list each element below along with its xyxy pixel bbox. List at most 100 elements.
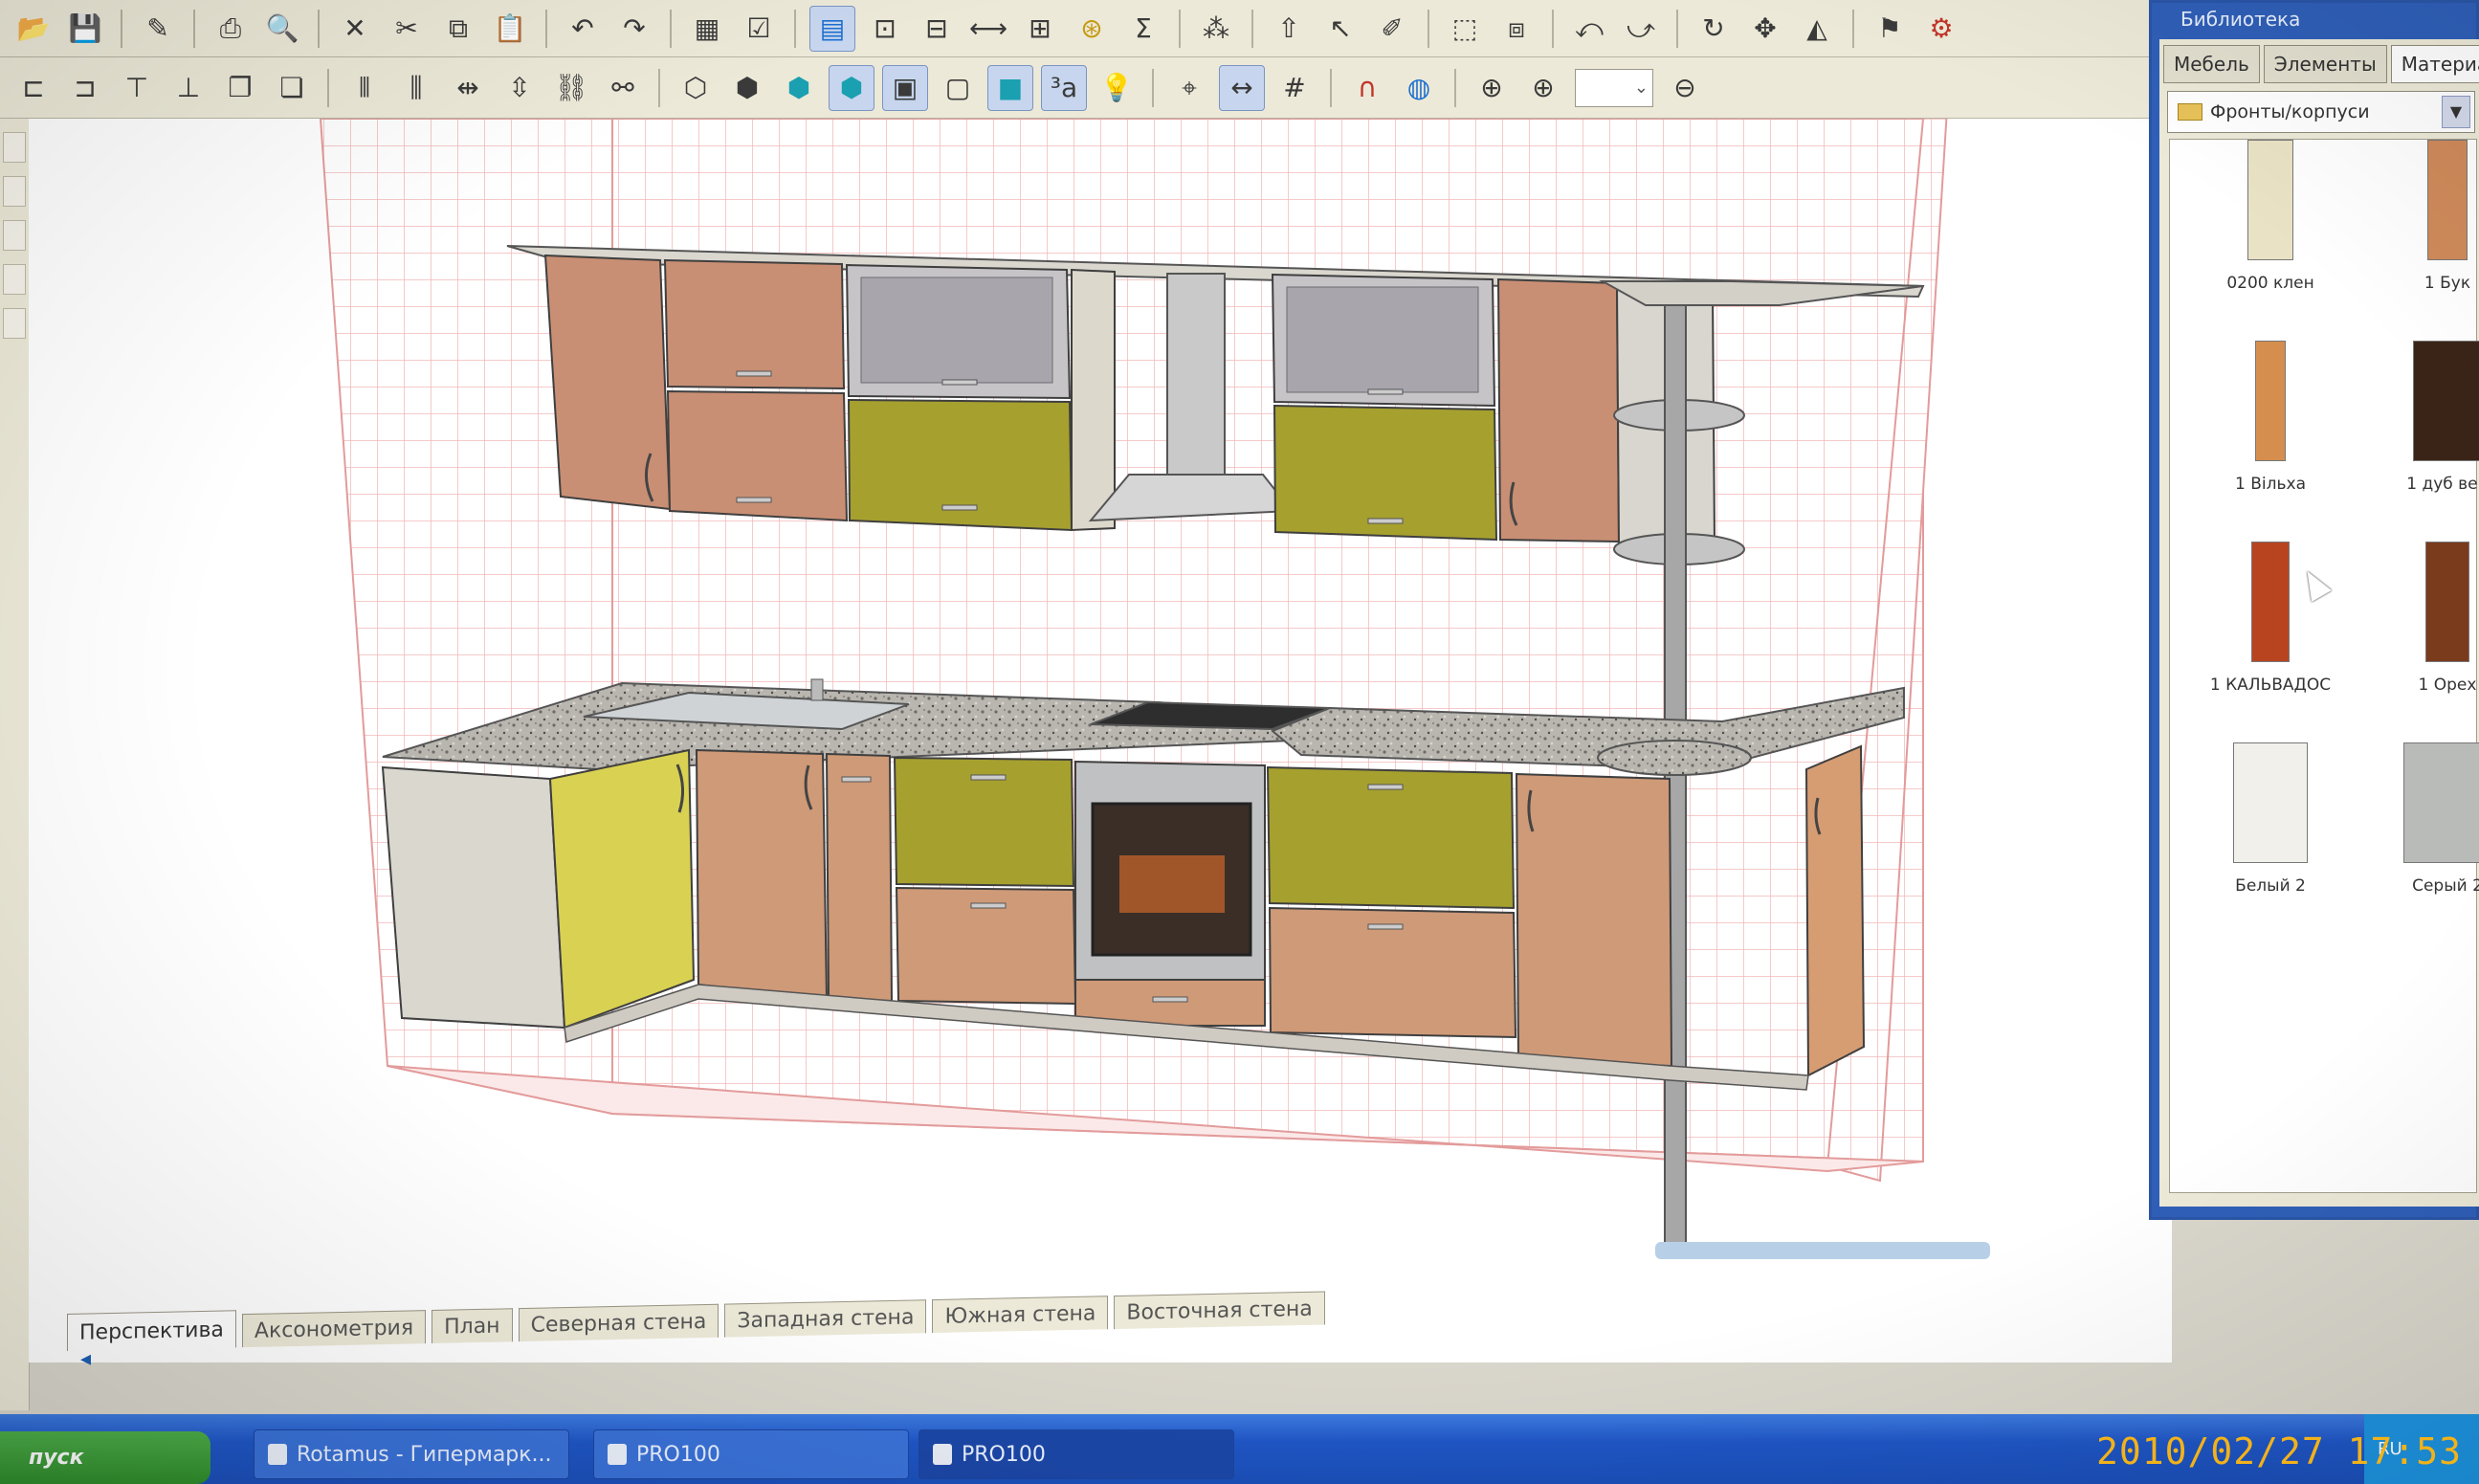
tool-button[interactable] <box>3 132 26 163</box>
library-tabs: Мебель Элементы Материалы <box>2159 39 2479 83</box>
tool-button[interactable] <box>3 264 26 295</box>
swatch-item[interactable]: 0200 клен <box>2189 140 2352 293</box>
tab-plan[interactable]: План <box>432 1308 513 1344</box>
taskbar-item-browser[interactable]: Rotamus - Гипермарк... <box>254 1429 569 1479</box>
view-active-icon[interactable]: ▤ <box>809 5 855 52</box>
settings-icon[interactable]: ⚙ <box>1919 7 1963 51</box>
grid-select-icon[interactable]: ⁂ <box>1194 7 1238 51</box>
copy-icon[interactable]: ⧉ <box>436 7 480 51</box>
box-icon[interactable]: ▣ <box>882 64 928 111</box>
distribute-h-icon[interactable]: ⫴ <box>343 66 387 110</box>
select-icon[interactable]: ▦ <box>685 7 729 51</box>
checkbox-icon[interactable]: ☑ <box>737 7 781 51</box>
move-icon[interactable]: ✥ <box>1743 7 1787 51</box>
edit-icon[interactable]: ✎ <box>136 7 180 51</box>
dimension-icon[interactable]: ⟷ <box>966 7 1010 51</box>
tab-perspective[interactable]: Перспектива <box>67 1310 236 1351</box>
horizontal-scrollbar[interactable] <box>1655 1242 1990 1259</box>
stack-icon[interactable]: ❐ <box>218 66 262 110</box>
pencil-icon[interactable]: ✐ <box>1370 7 1414 51</box>
taskbar-item-pro100[interactable]: PRO100 <box>593 1429 909 1479</box>
unlink-icon[interactable]: ⚯ <box>601 66 645 110</box>
undo-icon[interactable]: ↶ <box>561 7 605 51</box>
refresh-icon[interactable]: ↻ <box>1692 7 1736 51</box>
wireframe-cube-icon[interactable]: ⬡ <box>674 66 718 110</box>
align-top-icon[interactable]: ⊤ <box>115 66 159 110</box>
distribute-v-icon[interactable]: ⫼ <box>394 66 438 110</box>
zoom-in-icon[interactable]: ⊕ <box>1521 66 1565 110</box>
kitchen-3d-scene[interactable] <box>29 119 2172 1362</box>
box-alt-icon[interactable]: ▢ <box>936 66 980 110</box>
print-icon[interactable]: ⎙ <box>209 7 253 51</box>
preview-icon[interactable]: 🔍 <box>260 7 304 51</box>
light-bulb-icon[interactable]: 💡 <box>1095 66 1139 110</box>
rotate-left-icon[interactable]: ⤺ <box>1567 7 1611 51</box>
align-icon[interactable]: ⊟ <box>915 7 959 51</box>
export-icon[interactable]: ⊞ <box>1018 7 1062 51</box>
design-canvas[interactable] <box>29 119 2172 1362</box>
orbit-icon[interactable]: ◍ <box>1397 66 1441 110</box>
move-up-icon[interactable]: ⇧ <box>1267 7 1311 51</box>
swatch-item[interactable]: 1 Вільха <box>2189 341 2352 494</box>
tab-south-wall[interactable]: Южная стена <box>932 1296 1109 1334</box>
swatch-item[interactable]: 1 Орех <box>2366 542 2479 695</box>
report-icon[interactable]: ⊛ <box>1070 7 1114 51</box>
align-left-icon[interactable]: ⊏ <box>11 66 55 110</box>
stack-alt-icon[interactable]: ❏ <box>270 66 314 110</box>
scissors-icon[interactable]: ✂ <box>385 7 429 51</box>
group-icon[interactable]: ⧈ <box>1494 7 1538 51</box>
tag-icon[interactable]: ⌖ <box>1167 66 1211 110</box>
mirror-icon[interactable]: ◭ <box>1795 7 1839 51</box>
sigma-icon[interactable]: Σ <box>1121 7 1165 51</box>
tab-west-wall[interactable]: Западная стена <box>724 1299 927 1338</box>
swatch-item[interactable]: 1 КАЛЬВАДОС <box>2189 542 2352 695</box>
chevron-down-icon[interactable]: ▼ <box>2442 96 2470 128</box>
solid-box-icon[interactable]: ■ <box>987 64 1033 111</box>
center-h-icon[interactable]: ⇹ <box>446 66 490 110</box>
redo-icon[interactable]: ↷ <box>612 7 656 51</box>
start-button[interactable]: пуск <box>0 1431 210 1484</box>
swatch-item[interactable]: 1 Бук <box>2366 140 2479 293</box>
text-icon[interactable]: ³a <box>1041 64 1087 111</box>
swatch-label: 1 дуб вен <box>2406 475 2479 494</box>
swatch-item[interactable]: Белый 2 <box>2189 742 2352 896</box>
rotate-right-icon[interactable]: ⤻ <box>1619 7 1663 51</box>
tool-button[interactable] <box>3 220 26 251</box>
save-icon[interactable]: 💾 <box>63 7 107 51</box>
tab-elements[interactable]: Элементы <box>2263 45 2387 83</box>
tab-north-wall[interactable]: Северная стена <box>518 1303 719 1342</box>
zoom-window-icon[interactable]: ⊡ <box>863 7 907 51</box>
flag-icon[interactable]: ⚑ <box>1868 7 1912 51</box>
pointer-icon[interactable]: ↖ <box>1318 7 1362 51</box>
measure-icon[interactable]: ↔ <box>1219 64 1265 111</box>
tab-east-wall[interactable]: Восточная стена <box>1114 1291 1325 1330</box>
swatch-item[interactable]: 1 дуб вен <box>2366 341 2479 494</box>
link-icon[interactable]: ⛓ <box>549 66 593 110</box>
shaded-cube-icon[interactable]: ⬢ <box>777 66 821 110</box>
tool-button[interactable] <box>3 308 26 339</box>
folder-select[interactable]: Фронты/корпуси ▼ <box>2167 91 2475 133</box>
cut-icon[interactable]: ✕ <box>333 7 377 51</box>
tab-materials[interactable]: Материалы <box>2390 45 2479 83</box>
magnet-icon[interactable]: ∩ <box>1345 66 1389 110</box>
align-bottom-icon[interactable]: ⊥ <box>166 66 210 110</box>
outline-cube-icon[interactable]: ⬢ <box>725 66 769 110</box>
paste-icon[interactable]: 📋 <box>488 7 532 51</box>
swatch-item[interactable]: Серый 2 <box>2366 742 2479 896</box>
scale-icon[interactable]: ⬚ <box>1443 7 1487 51</box>
grid-icon[interactable]: # <box>1273 66 1317 110</box>
align-right-icon[interactable]: ⊐ <box>63 66 107 110</box>
tab-furniture[interactable]: Мебель <box>2163 45 2260 83</box>
tool-button[interactable] <box>3 176 26 207</box>
zoom-level-select[interactable]: ⌄ <box>1575 68 1653 107</box>
toolbar-separator <box>1454 68 1456 107</box>
zoom-out-icon[interactable]: ⊖ <box>1663 66 1707 110</box>
center-v-icon[interactable]: ⇳ <box>498 66 542 110</box>
tab-axonometry[interactable]: Аксонометрия <box>241 1310 427 1348</box>
taskbar-item-pro100-active[interactable]: PRO100 <box>919 1429 1234 1479</box>
target-icon[interactable]: ⊕ <box>1470 66 1514 110</box>
textured-cube-icon[interactable]: ⬢ <box>829 64 874 111</box>
toolbar-separator <box>1676 9 1678 48</box>
tabs-scroll-left-icon[interactable]: ◂ <box>80 1347 91 1371</box>
open-icon[interactable]: 📂 <box>11 7 55 51</box>
